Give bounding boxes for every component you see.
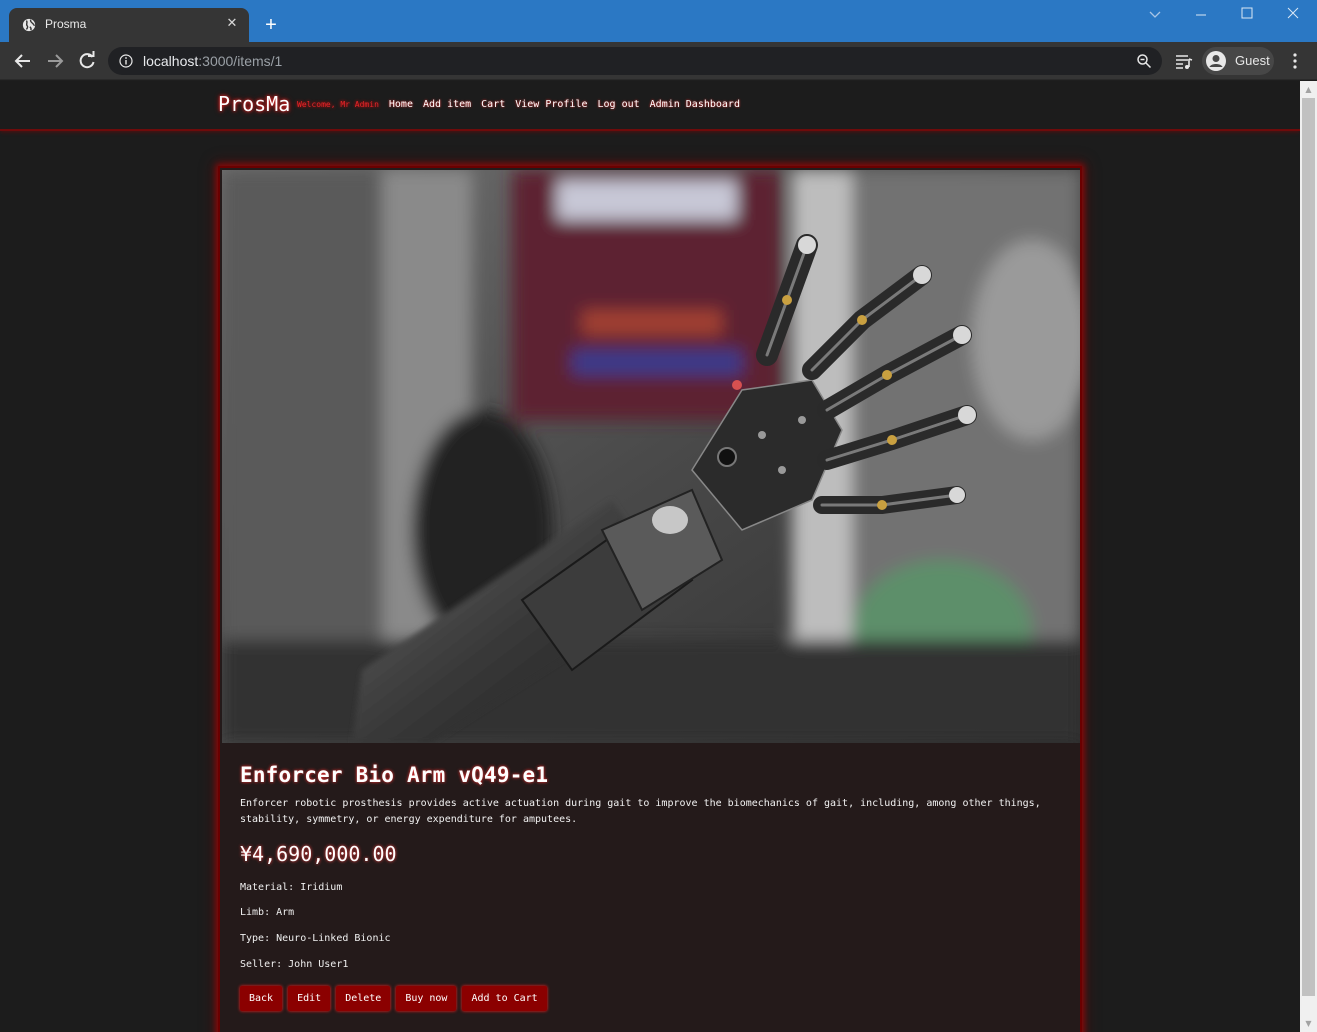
nav-add-item-link[interactable]: Add item bbox=[423, 99, 471, 110]
nav-links: Welcome, Mr Admin Home Add item Cart Vie… bbox=[297, 99, 740, 110]
profile-button[interactable]: Guest bbox=[1202, 47, 1274, 75]
reload-icon[interactable] bbox=[74, 48, 100, 74]
avatar-icon bbox=[1206, 51, 1226, 71]
url-host: localhost bbox=[143, 53, 199, 69]
profile-name: Guest bbox=[1235, 53, 1270, 68]
maximize-icon[interactable] bbox=[1234, 6, 1260, 26]
nav-home-link[interactable]: Home bbox=[389, 99, 413, 110]
scroll-up-arrow-icon[interactable]: ▲ bbox=[1300, 81, 1317, 98]
item-image bbox=[222, 170, 1080, 743]
buy-now-button[interactable]: Buy now bbox=[396, 986, 457, 1011]
new-tab-button[interactable]: + bbox=[260, 14, 282, 36]
welcome-text: Welcome, Mr Admin bbox=[297, 100, 379, 109]
item-title: Enforcer Bio Arm vQ49-e1 bbox=[240, 763, 549, 787]
nav-admin-dashboard-link[interactable]: Admin Dashboard bbox=[650, 99, 740, 110]
address-bar[interactable]: localhost:3000/items/1 bbox=[108, 47, 1162, 75]
zoom-icon[interactable] bbox=[1136, 53, 1152, 69]
vertical-scrollbar[interactable]: ▲ ▼ bbox=[1300, 81, 1317, 1032]
kebab-menu-icon[interactable] bbox=[1286, 51, 1304, 71]
url-path: :3000/items/1 bbox=[198, 53, 283, 69]
globe-icon bbox=[22, 18, 36, 32]
item-description: Enforcer robotic prosthesis provides act… bbox=[240, 798, 1041, 825]
item-seller: Seller: John User1 bbox=[240, 959, 349, 970]
nav-view-profile-link[interactable]: View Profile bbox=[515, 99, 587, 110]
tab-title: Prosma bbox=[45, 17, 87, 31]
nav-log-out-link[interactable]: Log out bbox=[598, 99, 640, 110]
browser-tab[interactable]: Prosma ✕ bbox=[9, 8, 249, 42]
nav-cart-link[interactable]: Cart bbox=[481, 99, 505, 110]
item-card: Enforcer Bio Arm vQ49-e1 Enforcer roboti… bbox=[218, 166, 1082, 1032]
edit-button[interactable]: Edit bbox=[288, 986, 331, 1011]
close-window-icon[interactable] bbox=[1280, 6, 1306, 26]
site-navbar: ProsMa Welcome, Mr Admin Home Add item C… bbox=[0, 81, 1300, 131]
page-viewport: ProsMa Welcome, Mr Admin Home Add item C… bbox=[0, 81, 1300, 1032]
item-actions: Back Edit Delete Buy now Add to Cart bbox=[240, 986, 547, 1011]
media-control-icon[interactable] bbox=[1174, 52, 1194, 72]
brand-logo[interactable]: ProsMa bbox=[218, 92, 290, 116]
minimize-icon[interactable] bbox=[1188, 6, 1214, 26]
back-arrow-icon[interactable] bbox=[10, 48, 36, 74]
forward-arrow-icon[interactable] bbox=[42, 48, 68, 74]
browser-toolbar: localhost:3000/items/1 Guest bbox=[0, 42, 1317, 80]
back-button[interactable]: Back bbox=[240, 986, 283, 1011]
close-tab-icon[interactable]: ✕ bbox=[223, 15, 241, 33]
delete-button[interactable]: Delete bbox=[336, 986, 391, 1011]
item-details: Enforcer Bio Arm vQ49-e1 Enforcer roboti… bbox=[240, 763, 1060, 970]
item-material: Material: Iridium bbox=[240, 882, 343, 893]
item-type: Type: Neuro-Linked Bionic bbox=[240, 933, 391, 944]
browser-titlebar: Prosma ✕ + bbox=[0, 0, 1317, 42]
site-info-icon[interactable] bbox=[119, 54, 133, 68]
add-to-cart-button[interactable]: Add to Cart bbox=[462, 986, 547, 1011]
url-text[interactable]: localhost:3000/items/1 bbox=[143, 53, 282, 69]
item-limb: Limb: Arm bbox=[240, 907, 295, 918]
scroll-thumb[interactable] bbox=[1302, 98, 1315, 996]
scroll-down-arrow-icon[interactable]: ▼ bbox=[1300, 1015, 1317, 1032]
tab-search-icon[interactable] bbox=[1142, 6, 1168, 26]
item-price: ¥4,690,000.00 bbox=[240, 842, 397, 866]
